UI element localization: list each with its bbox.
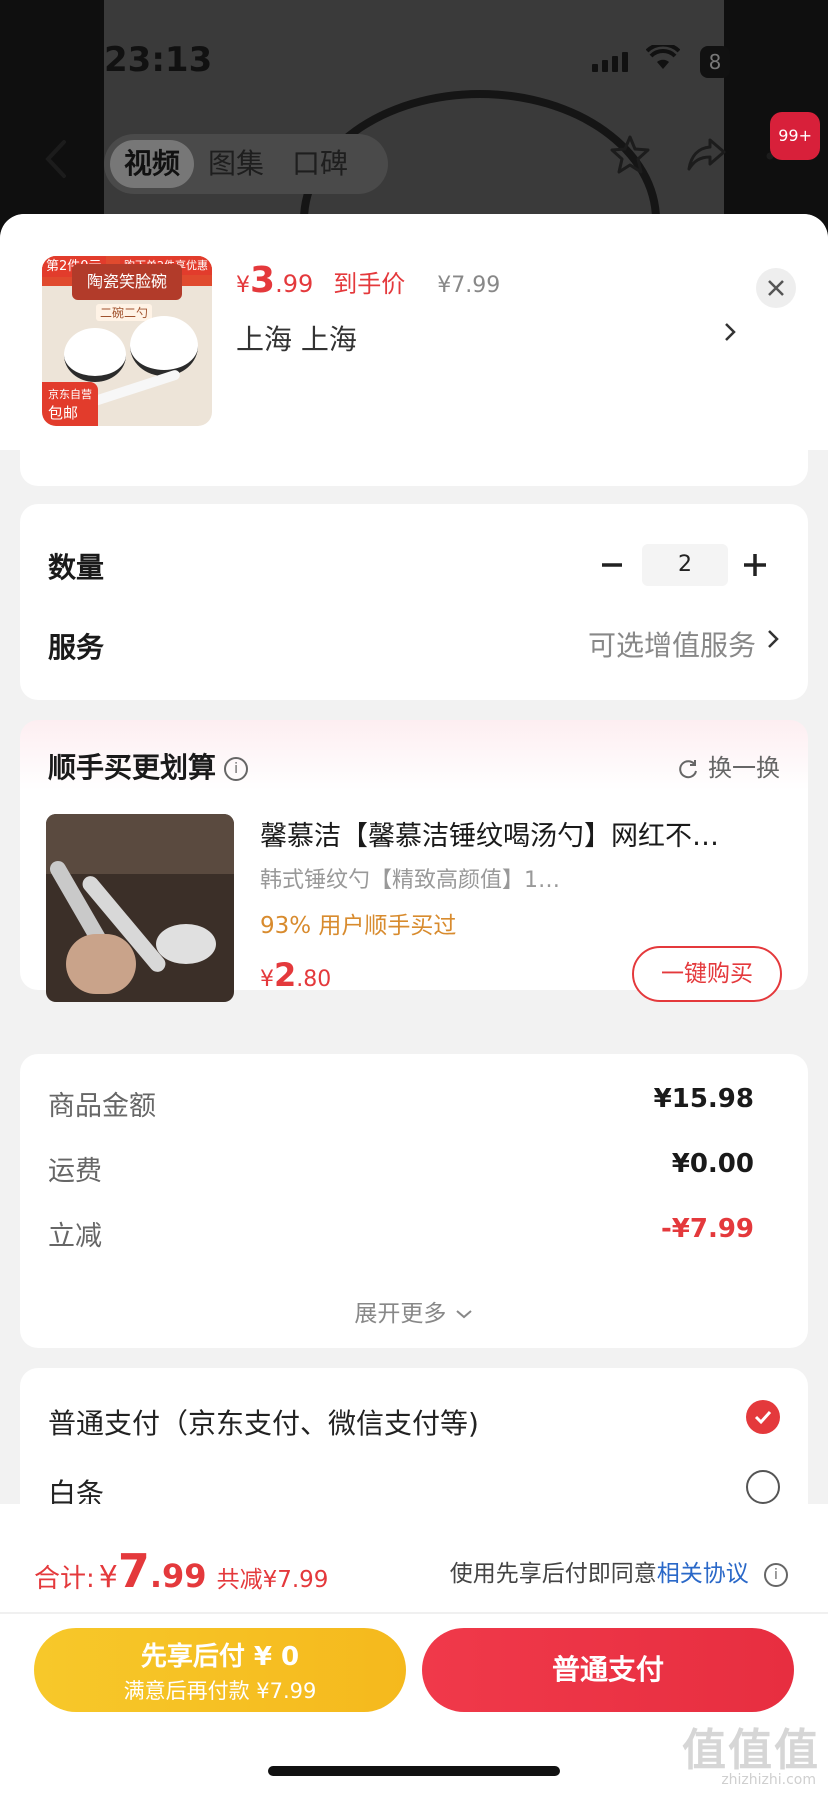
thumbnail-badge-line2: 包邮 xyxy=(48,404,79,422)
agreement-link[interactable]: 相关协议 xyxy=(657,1561,749,1587)
service-label: 服务 xyxy=(48,631,105,664)
quantity-label: 数量 xyxy=(48,551,105,584)
quantity-service-card: 数量 2 服务 可选增值服务 xyxy=(20,504,808,700)
signal-icon xyxy=(592,52,628,72)
upsell-price: ¥2.80 xyxy=(260,956,331,994)
amount-row: 运费 ¥0.00 xyxy=(48,1149,780,1189)
watermark-url: zhizhizhi.com xyxy=(721,1772,816,1788)
amount-label: 商品金额 xyxy=(48,1091,156,1122)
payment-option-label: 普通支付（京东支付、微信支付等) xyxy=(48,1407,479,1440)
amount-value: ¥0.00 xyxy=(671,1149,754,1179)
upsell-title-text: 顺手买更划算 xyxy=(48,751,217,784)
amount-value: ¥15.98 xyxy=(653,1084,754,1114)
notification-badge: 99+ xyxy=(770,112,820,160)
normal-pay-button[interactable]: 普通支付 xyxy=(422,1628,794,1712)
swap-label: 换一换 xyxy=(708,754,780,782)
thumbnail-badge-line1: 京东自营 xyxy=(48,388,92,401)
home-indicator[interactable] xyxy=(268,1766,560,1776)
info-icon[interactable]: i xyxy=(224,757,249,781)
total-integer: 7 xyxy=(117,1544,150,1598)
refresh-icon xyxy=(676,754,708,782)
service-option[interactable]: 可选增值服务 xyxy=(588,624,756,664)
thumbnail-title: 陶瓷笑脸碗 xyxy=(72,264,182,300)
total-price: 合计: ¥ 7 .99 共减¥7.99 xyxy=(34,1544,328,1598)
pay-later-sublabel: 满意后再付款 ¥7.99 xyxy=(123,1679,317,1703)
upsell-product-image[interactable] xyxy=(46,814,234,1002)
chevron-right-icon[interactable] xyxy=(766,626,780,659)
pay-later-button[interactable]: 先享后付 ¥ 0 满意后再付款 ¥7.99 xyxy=(34,1628,406,1712)
price-value: ¥3.99 xyxy=(236,260,313,301)
upsell-card: 顺手买更划算 i 换一换 馨慕洁【馨慕洁锤纹喝汤勺】网红不… 韩式锤纹勺【精致高颜… xyxy=(20,720,808,1002)
upsell-image-backdrop xyxy=(46,814,234,874)
upsell-image-hand xyxy=(66,934,136,994)
price-integer: 3 xyxy=(250,260,276,301)
radio-empty-icon[interactable] xyxy=(746,1470,780,1504)
collapsed-section xyxy=(20,440,808,486)
battery-icon: 8 xyxy=(700,46,730,78)
original-price: ¥7.99 xyxy=(437,273,501,298)
product-nav-bar: 视频 图集 口碑 99+ xyxy=(0,112,828,200)
star-icon[interactable] xyxy=(608,134,652,178)
more-icon[interactable]: 99+ xyxy=(760,112,820,178)
upsell-popularity: 93% 用户顺手买过 xyxy=(260,913,457,939)
upsell-title: 顺手买更划算 i xyxy=(48,746,249,786)
amount-row: 商品金额 ¥15.98 xyxy=(48,1084,780,1124)
close-icon[interactable] xyxy=(756,268,796,308)
footer-divider xyxy=(0,1612,828,1614)
one-click-buy-button[interactable]: 一键购买 xyxy=(632,946,782,1002)
chevron-down-icon xyxy=(454,1301,474,1327)
final-price-tag: 到手价 xyxy=(333,270,406,298)
tab-video[interactable]: 视频 xyxy=(110,140,195,188)
thumbnail-bowl-left xyxy=(64,328,126,382)
checkout-footer: 合计: ¥ 7 .99 共减¥7.99 使用先享后付即同意相关协议 i 先享后付… xyxy=(0,1504,828,1796)
watermark-logo: 值值值 xyxy=(682,1725,820,1776)
upsell-price-decimal: .80 xyxy=(296,967,332,992)
wifi-icon xyxy=(645,42,681,79)
chevron-right-icon[interactable] xyxy=(722,318,738,353)
media-tabs: 视频 图集 口碑 xyxy=(104,134,388,194)
thumbnail-subtitle: 二碗二勺 xyxy=(96,304,153,321)
thumbnail-shipping-badge: 京东自营 包邮 xyxy=(42,382,98,426)
price-currency: ¥ xyxy=(236,273,250,298)
back-arrow-icon[interactable] xyxy=(36,134,76,184)
price-decimal: .99 xyxy=(275,270,314,298)
quantity-stepper[interactable]: 2 xyxy=(642,544,728,586)
price-line: ¥3.99 到手价 ¥7.99 xyxy=(236,260,500,301)
expand-more-label: 展开更多 xyxy=(354,1301,447,1327)
payment-option[interactable]: 普通支付（京东支付、微信支付等) xyxy=(48,1400,780,1442)
amount-breakdown-card: 商品金额 ¥15.98 运费 ¥0.00 立减 -¥7.99 展开更多 xyxy=(20,1054,808,1348)
tab-reviews[interactable]: 口碑 xyxy=(278,140,362,188)
amount-label: 运费 xyxy=(48,1156,102,1187)
pay-later-label: 先享后付 ¥ 0 xyxy=(140,1642,300,1672)
amount-label: 立减 xyxy=(48,1221,102,1252)
agreement-text: 使用先享后付即同意 xyxy=(449,1561,657,1587)
amount-row: 立减 -¥7.99 xyxy=(48,1214,780,1254)
product-thumbnail: 第2件0元 购下单2件享优惠 陶瓷笑脸碗 二碗二勺 京东自营 包邮 xyxy=(42,256,212,426)
total-decimal: .99 xyxy=(149,1557,207,1595)
status-bar: 23:13 8 xyxy=(0,0,828,110)
thumbnail-bowl-right xyxy=(130,316,198,376)
upsell-image-spoon-bowl xyxy=(156,924,216,964)
swap-button[interactable]: 换一换 xyxy=(676,748,780,783)
upsell-price-currency: ¥ xyxy=(260,967,274,992)
product-summary-header: 第2件0元 购下单2件享优惠 陶瓷笑脸碗 二碗二勺 京东自营 包邮 ¥3.99 … xyxy=(0,214,828,450)
minus-icon[interactable] xyxy=(600,548,624,591)
info-icon[interactable]: i xyxy=(764,1562,788,1587)
share-icon[interactable] xyxy=(684,134,728,178)
plus-icon[interactable] xyxy=(742,544,768,595)
total-currency: ¥ xyxy=(98,1560,118,1595)
status-time: 23:13 xyxy=(104,40,213,80)
upsell-product-subtitle: 韩式锤纹勺【精致高颜值】1… xyxy=(260,868,560,893)
agreement-notice: 使用先享后付即同意相关协议 i xyxy=(450,1554,788,1588)
checkmark-icon[interactable] xyxy=(746,1400,780,1434)
total-label: 合计: xyxy=(34,1564,95,1594)
total-discount: 共减¥7.99 xyxy=(216,1567,329,1593)
upsell-price-integer: 2 xyxy=(274,956,297,994)
nav-actions: 99+ xyxy=(608,112,820,178)
expand-more-button[interactable]: 展开更多 xyxy=(20,1294,808,1328)
delivery-address[interactable]: 上海 上海 xyxy=(236,318,357,358)
amount-value: -¥7.99 xyxy=(660,1214,754,1244)
tab-gallery[interactable]: 图集 xyxy=(194,140,278,188)
upsell-product-name[interactable]: 馨慕洁【馨慕洁锤纹喝汤勺】网红不… xyxy=(260,814,780,853)
